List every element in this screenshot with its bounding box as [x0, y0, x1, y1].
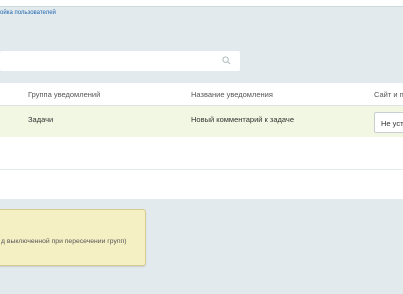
search-input[interactable]	[0, 51, 227, 71]
column-header-name[interactable]: Название уведомления	[191, 90, 273, 99]
table-row-empty	[0, 137, 403, 170]
table-header: Группа уведомлений Название уведомления …	[0, 83, 403, 106]
info-note: д выключенной при пересечении групп)	[0, 209, 146, 266]
info-note-text: д выключенной при пересечении групп)	[1, 238, 127, 245]
notifications-table: Группа уведомлений Название уведомления …	[0, 83, 403, 199]
cell-name: Новый комментарий к задаче	[191, 115, 294, 124]
breadcrumb[interactable]: ойка пользователей	[0, 10, 56, 16]
table-row[interactable]: Задачи Новый комментарий к задаче Не уст	[0, 106, 403, 137]
search-box[interactable]	[0, 51, 240, 71]
column-header-site[interactable]: Сайт и п	[374, 90, 403, 99]
cell-group: Задачи	[28, 115, 54, 124]
search-icon[interactable]	[222, 56, 231, 65]
top-strip	[0, 0, 403, 7]
column-header-group[interactable]: Группа уведомлений	[28, 90, 100, 99]
site-select[interactable]: Не уст	[374, 112, 403, 133]
